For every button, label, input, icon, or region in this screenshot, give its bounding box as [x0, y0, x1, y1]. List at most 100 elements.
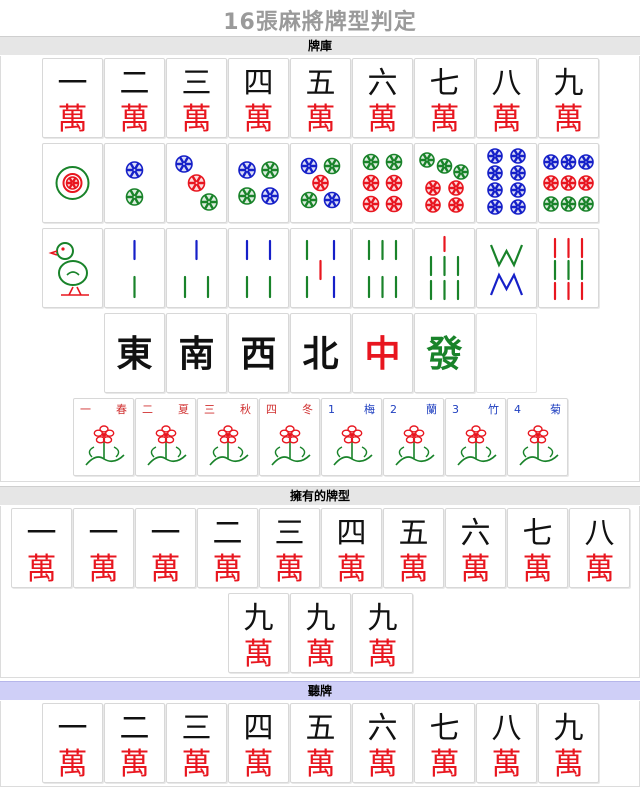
wan-tile-row: 一萬二萬三萬四萬五萬六萬七萬八萬九萬 [1, 58, 639, 138]
tile-wan-character: 萬 [26, 552, 56, 587]
library-dots-7[interactable] [413, 143, 475, 223]
owned-wan-13[interactable]: 九萬 [351, 593, 413, 673]
library-dots-4[interactable] [227, 143, 289, 223]
owned-wan-6[interactable]: 四萬 [320, 508, 382, 588]
waiting-wan-9[interactable]: 九萬 [537, 703, 599, 783]
flower-name: 蘭 [426, 403, 437, 416]
library-bamboo-4[interactable] [227, 228, 289, 308]
owned-wan-8[interactable]: 六萬 [444, 508, 506, 588]
library-honor-north[interactable]: 北 [289, 313, 351, 393]
owned-wan-3[interactable]: 一萬 [134, 508, 196, 588]
owned-wan-5[interactable]: 三萬 [258, 508, 320, 588]
library-dots-1[interactable] [41, 143, 103, 223]
library-honor-west[interactable]: 西 [227, 313, 289, 393]
tile-wan-character: 萬 [305, 747, 335, 782]
library-wan-1[interactable]: 一萬 [41, 58, 103, 138]
tile-wan-character: 萬 [305, 637, 335, 672]
library-flower-4[interactable]: 四冬 [258, 398, 320, 476]
library-flower-7[interactable]: 3竹 [444, 398, 506, 476]
tile-numeral: 七 [429, 711, 459, 746]
waiting-wan-2[interactable]: 二萬 [103, 703, 165, 783]
owned-wan-10[interactable]: 八萬 [568, 508, 630, 588]
tile-numeral: 四 [243, 711, 273, 746]
flower-number: 2 [390, 403, 397, 416]
tile-numeral: 七 [522, 516, 552, 551]
library-wan-3[interactable]: 三萬 [165, 58, 227, 138]
tile-numeral: 九 [367, 601, 397, 636]
tile-numeral: 九 [243, 601, 273, 636]
library-honor-green-dragon[interactable]: 發 [413, 313, 475, 393]
waiting-wan-5[interactable]: 五萬 [289, 703, 351, 783]
tile-wan-character: 萬 [491, 747, 521, 782]
tile-numeral: 四 [336, 516, 366, 551]
library-wan-7[interactable]: 七萬 [413, 58, 475, 138]
tile-wan-character: 萬 [243, 637, 273, 672]
waiting-wan-6[interactable]: 六萬 [351, 703, 413, 783]
owned-tile-row-2: 九萬九萬九萬 [1, 593, 639, 673]
tile-numeral: 八 [584, 516, 614, 551]
library-flower-6[interactable]: 2蘭 [382, 398, 444, 476]
flower-name: 菊 [550, 403, 561, 416]
library-wan-2[interactable]: 二萬 [103, 58, 165, 138]
library-bamboo-6[interactable] [351, 228, 413, 308]
tile-wan-character: 萬 [88, 552, 118, 587]
library-flower-8[interactable]: 4菊 [506, 398, 568, 476]
waiting-wan-1[interactable]: 一萬 [41, 703, 103, 783]
tile-wan-character: 萬 [212, 552, 242, 587]
tile-wan-character: 萬 [553, 102, 583, 137]
library-wan-5[interactable]: 五萬 [289, 58, 351, 138]
library-honor-red-dragon[interactable]: 中 [351, 313, 413, 393]
tile-wan-character: 萬 [367, 637, 397, 672]
waiting-tile-row: 一萬二萬三萬四萬五萬六萬七萬八萬九萬 [1, 703, 639, 783]
honor-character: 北 [302, 334, 338, 375]
library-wan-9[interactable]: 九萬 [537, 58, 599, 138]
library-flower-3[interactable]: 三秋 [196, 398, 258, 476]
library-bamboo-5[interactable] [289, 228, 351, 308]
owned-wan-11[interactable]: 九萬 [227, 593, 289, 673]
waiting-wan-4[interactable]: 四萬 [227, 703, 289, 783]
library-dots-6[interactable] [351, 143, 413, 223]
library-dots-9[interactable] [537, 143, 599, 223]
flower-name: 梅 [364, 402, 375, 416]
owned-wan-7[interactable]: 五萬 [382, 508, 444, 588]
page-title: 16張麻將牌型判定 [223, 10, 417, 35]
owned-wan-12[interactable]: 九萬 [289, 593, 351, 673]
library-dots-5[interactable] [289, 143, 351, 223]
section-header-owned: 擁有的牌型 [0, 486, 640, 505]
flower-name: 冬 [302, 402, 313, 416]
library-bamboo-7[interactable] [413, 228, 475, 308]
flower-number: 3 [452, 403, 459, 416]
library-bamboo-2[interactable] [103, 228, 165, 308]
tile-wan-character: 萬 [429, 747, 459, 782]
library-bamboo-9[interactable] [537, 228, 599, 308]
library-bamboo-8[interactable] [475, 228, 537, 308]
library-honor-white-dragon[interactable] [475, 313, 537, 393]
tile-numeral: 一 [26, 516, 56, 551]
library-dots-3[interactable] [165, 143, 227, 223]
tile-numeral: 一 [57, 66, 87, 101]
honor-tile-row: 東南西北中發 [1, 313, 639, 393]
library-dots-8[interactable] [475, 143, 537, 223]
owned-wan-4[interactable]: 二萬 [196, 508, 258, 588]
library-dots-2[interactable] [103, 143, 165, 223]
owned-tile-row-1: 一萬一萬一萬二萬三萬四萬五萬六萬七萬八萬 [1, 508, 639, 588]
waiting-wan-7[interactable]: 七萬 [413, 703, 475, 783]
tile-numeral: 六 [460, 516, 490, 551]
tile-wan-character: 萬 [367, 747, 397, 782]
waiting-wan-8[interactable]: 八萬 [475, 703, 537, 783]
library-flower-2[interactable]: 二夏 [134, 398, 196, 476]
library-honor-east[interactable]: 東 [103, 313, 165, 393]
library-bamboo-1[interactable] [41, 228, 103, 308]
library-wan-4[interactable]: 四萬 [227, 58, 289, 138]
owned-wan-9[interactable]: 七萬 [506, 508, 568, 588]
library-flower-5[interactable]: 1梅 [320, 398, 382, 476]
tile-numeral: 六 [367, 711, 397, 746]
library-bamboo-3[interactable] [165, 228, 227, 308]
owned-wan-2[interactable]: 一萬 [72, 508, 134, 588]
library-wan-6[interactable]: 六萬 [351, 58, 413, 138]
owned-wan-1[interactable]: 一萬 [10, 508, 72, 588]
library-honor-south[interactable]: 南 [165, 313, 227, 393]
library-wan-8[interactable]: 八萬 [475, 58, 537, 138]
waiting-wan-3[interactable]: 三萬 [165, 703, 227, 783]
library-flower-1[interactable]: 一春 [72, 398, 134, 476]
